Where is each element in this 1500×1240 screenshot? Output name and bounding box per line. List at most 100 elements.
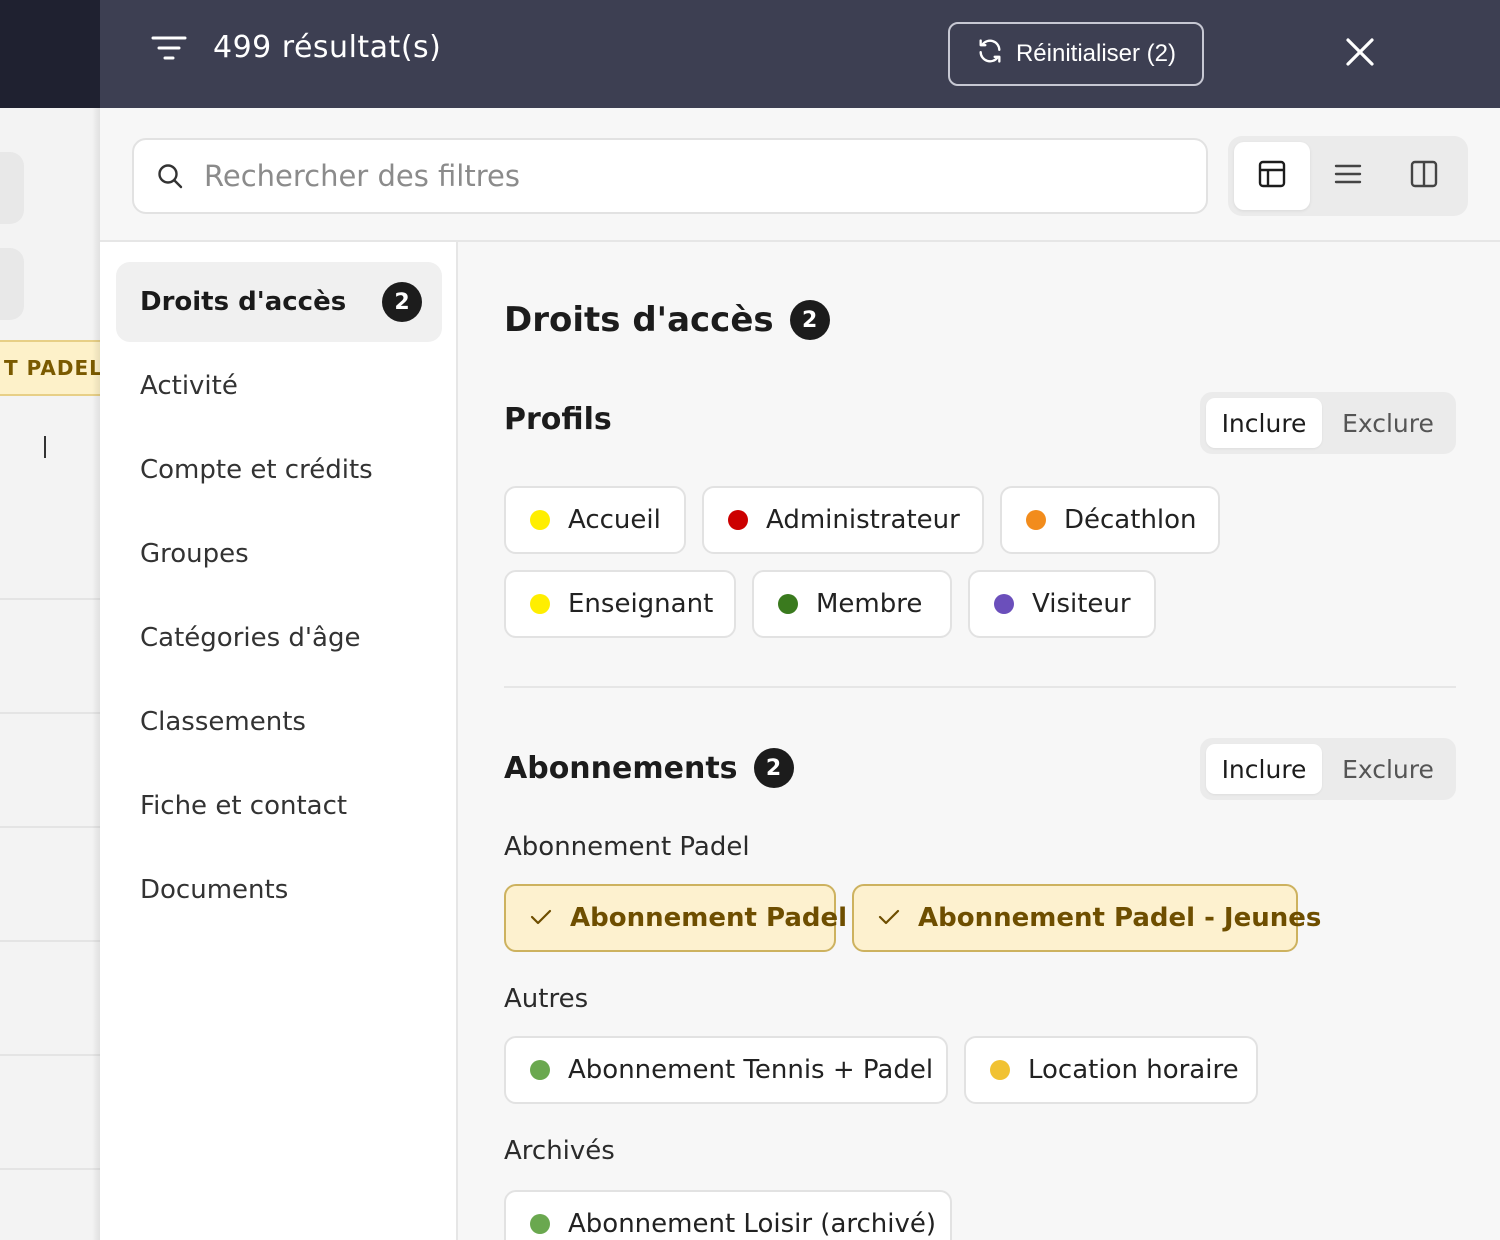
search-input[interactable] xyxy=(204,152,1184,200)
profile-chip-administrateur[interactable]: Administrateur xyxy=(702,486,984,554)
close-icon[interactable] xyxy=(1338,30,1382,74)
list-view-button[interactable] xyxy=(1310,142,1386,210)
color-dot-icon xyxy=(530,1214,550,1234)
subscription-chip-abonnement-padel[interactable]: Abonnement Padel xyxy=(504,884,847,952)
sidebar-item-categories-age[interactable]: Catégories d'âge xyxy=(116,598,442,678)
chip-label: Accueil xyxy=(568,505,661,535)
sidebar-item-label: Compte et crédits xyxy=(140,455,373,485)
drawer-shadow xyxy=(92,108,100,1240)
sidebar-item-label: Catégories d'âge xyxy=(140,623,361,653)
count-badge: 2 xyxy=(382,282,422,322)
filter-icon xyxy=(150,34,188,64)
result-count: 499 résultat(s) xyxy=(213,30,442,65)
section-title-text: Profils xyxy=(504,402,612,437)
layout-icon xyxy=(1257,159,1287,193)
count-badge: 2 xyxy=(753,748,794,788)
chip-label: Membre xyxy=(816,589,923,619)
color-dot-icon xyxy=(990,1060,1010,1080)
section-title-abonnements: Abonnements 2 xyxy=(504,748,794,788)
color-dot-icon xyxy=(778,594,798,614)
subscription-chip-abonnement-padel-jeunes[interactable]: Abonnement Padel - Jeunes xyxy=(852,884,1321,952)
filter-category-nav: Droits d'accès 2 Activité Compte et créd… xyxy=(100,242,458,1240)
color-dot-icon xyxy=(728,510,748,530)
background-tag: T PADEL - xyxy=(0,340,100,396)
chip-label: Administrateur xyxy=(766,505,960,535)
profile-chip-enseignant[interactable]: Enseignant xyxy=(504,570,736,638)
group-label: Autres xyxy=(504,984,589,1014)
group-label: Abonnement Padel xyxy=(504,832,750,862)
profils-include-exclude-toggle: Inclure Exclure xyxy=(1200,392,1456,454)
count-badge: 2 xyxy=(789,300,830,340)
search-icon xyxy=(156,162,184,190)
columns-icon xyxy=(1409,159,1439,193)
sidebar-item-label: Droits d'accès xyxy=(140,287,347,317)
background-row-divider xyxy=(0,940,100,942)
sidebar-item-documents[interactable]: Documents xyxy=(116,850,442,930)
sidebar-item-classements[interactable]: Classements xyxy=(116,682,442,762)
color-dot-icon xyxy=(994,594,1014,614)
profile-chip-accueil[interactable]: Accueil xyxy=(504,486,686,554)
page-title: Droits d'accès 2 xyxy=(504,300,830,340)
sidebar-item-droits-acces[interactable]: Droits d'accès 2 xyxy=(116,262,442,342)
profile-chip-membre[interactable]: Membre xyxy=(752,570,952,638)
filter-drawer: 499 résultat(s) Réinitialiser (2) Recher… xyxy=(100,0,1500,1240)
sidebar-item-groupes[interactable]: Groupes xyxy=(116,514,442,594)
drawer-header: 499 résultat(s) Réinitialiser (2) xyxy=(100,0,1500,108)
background-row-divider xyxy=(0,1054,100,1056)
sidebar-item-label: Documents xyxy=(140,875,289,905)
subscription-chip-loisir-archive[interactable]: Abonnement Loisir (archivé) xyxy=(504,1190,952,1240)
background-row-divider xyxy=(0,712,100,714)
background-row-divider xyxy=(0,826,100,828)
reset-filters-button[interactable]: Réinitialiser (2) xyxy=(948,22,1204,86)
profile-chip-decathlon[interactable]: Décathlon xyxy=(1000,486,1220,554)
filter-content: Droits d'accès 2 Profils Inclure Exclure… xyxy=(458,242,1500,1240)
background-card xyxy=(0,152,24,224)
layout-view-button[interactable] xyxy=(1234,142,1310,210)
background-page: T PADEL - xyxy=(0,0,100,1240)
check-icon xyxy=(530,903,552,933)
chip-label: Abonnement Padel xyxy=(570,903,848,933)
columns-view-button[interactable] xyxy=(1386,142,1462,210)
section-divider xyxy=(504,686,1456,688)
sidebar-item-label: Groupes xyxy=(140,539,249,569)
include-button[interactable]: Inclure xyxy=(1206,398,1322,448)
section-title-profils: Profils xyxy=(504,402,612,437)
reset-filters-label: Réinitialiser (2) xyxy=(1015,40,1177,67)
sidebar-item-compte-credits[interactable]: Compte et crédits xyxy=(116,430,442,510)
sidebar-item-fiche-contact[interactable]: Fiche et contact xyxy=(116,766,442,846)
background-card xyxy=(0,248,24,320)
sidebar-item-activite[interactable]: Activité xyxy=(116,346,442,426)
color-dot-icon xyxy=(1026,510,1046,530)
refresh-icon xyxy=(976,37,1004,72)
chip-label: Enseignant xyxy=(568,589,714,619)
section-title-text: Abonnements xyxy=(504,750,738,786)
background-row-divider xyxy=(0,1168,100,1170)
abonnements-include-exclude-toggle: Inclure Exclure xyxy=(1200,738,1456,800)
page-title-text: Droits d'accès xyxy=(504,300,774,340)
chip-label: Visiteur xyxy=(1032,589,1131,619)
color-dot-icon xyxy=(530,1060,550,1080)
exclude-button[interactable]: Exclure xyxy=(1326,398,1450,448)
view-mode-toggle xyxy=(1228,136,1468,216)
background-text-cursor xyxy=(44,436,46,458)
exclude-button[interactable]: Exclure xyxy=(1326,744,1450,794)
color-dot-icon xyxy=(530,594,550,614)
group-label: Archivés xyxy=(504,1136,615,1166)
chip-label: Abonnement Loisir (archivé) xyxy=(568,1209,937,1239)
sidebar-item-label: Classements xyxy=(140,707,306,737)
sidebar-item-label: Fiche et contact xyxy=(140,791,348,821)
profile-chip-visiteur[interactable]: Visiteur xyxy=(968,570,1156,638)
include-button[interactable]: Inclure xyxy=(1206,744,1322,794)
background-header xyxy=(0,0,100,108)
chip-label: Abonnement Tennis + Padel xyxy=(568,1055,934,1085)
chip-label: Abonnement Padel - Jeunes xyxy=(918,903,1322,933)
list-icon xyxy=(1333,159,1363,193)
subscription-chip-tennis-padel[interactable]: Abonnement Tennis + Padel xyxy=(504,1036,948,1104)
subscription-chip-location-horaire[interactable]: Location horaire xyxy=(964,1036,1258,1104)
background-row-divider xyxy=(0,598,100,600)
color-dot-icon xyxy=(530,510,550,530)
chip-label: Décathlon xyxy=(1064,505,1197,535)
chip-label: Location horaire xyxy=(1028,1055,1239,1085)
sidebar-item-label: Activité xyxy=(140,371,238,401)
search-field xyxy=(132,138,1208,214)
